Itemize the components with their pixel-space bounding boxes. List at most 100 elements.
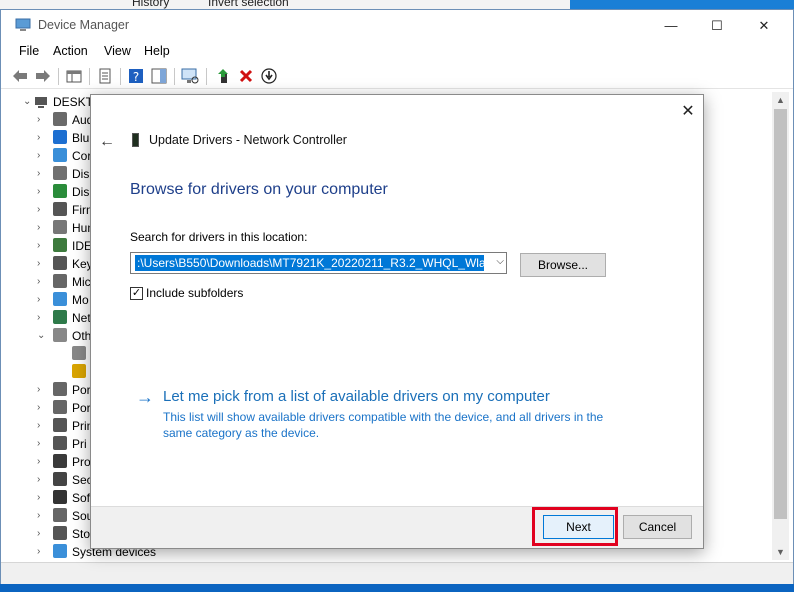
chevron-right-icon[interactable]: › [37, 510, 40, 521]
scan-hardware-icon[interactable] [181, 67, 199, 85]
menu-action[interactable]: Action [53, 44, 88, 58]
minimize-button[interactable]: — [648, 10, 694, 41]
chevron-right-icon[interactable]: › [37, 186, 40, 197]
close-button[interactable]: ✕ [741, 10, 787, 41]
title-bar: Device Manager — ☐ ✕ [1, 10, 793, 41]
update-driver-icon[interactable] [214, 67, 232, 85]
ribbon-invert-selection: Invert selection [208, 0, 289, 9]
show-hide-tree-icon[interactable] [65, 67, 83, 85]
security-icon [53, 472, 67, 486]
chevron-right-icon[interactable]: › [37, 474, 40, 485]
chevron-right-icon[interactable]: › [37, 384, 40, 395]
computer-icon [35, 97, 47, 108]
bluetooth-icon [53, 130, 67, 144]
chevron-right-icon[interactable]: › [37, 132, 40, 143]
dialog-close-button[interactable]: ✕ [677, 101, 699, 123]
driver-path-input[interactable]: :\Users\B550\Downloads\MT7921K_20220211_… [135, 255, 484, 271]
chevron-right-icon[interactable]: › [37, 114, 40, 125]
chevron-right-icon[interactable]: › [37, 456, 40, 467]
keyboard-icon [53, 256, 67, 270]
chevron-right-icon[interactable]: › [37, 276, 40, 287]
include-subfolders-label[interactable]: Include subfolders [146, 286, 243, 300]
chevron-right-icon[interactable]: › [37, 294, 40, 305]
scroll-up-icon[interactable]: ▲ [776, 95, 785, 105]
chevron-right-icon[interactable]: › [37, 492, 40, 503]
storage-icon [53, 526, 67, 540]
chevron-down-icon[interactable]: ⌵ [496, 256, 504, 267]
tree-item-label: Sto [72, 527, 91, 541]
chevron-right-icon[interactable]: › [37, 528, 40, 539]
disable-device-icon[interactable] [260, 67, 278, 85]
window-title: Device Manager [38, 18, 130, 32]
audio-icon [53, 112, 67, 126]
other-devices-icon [53, 328, 67, 342]
chevron-right-icon[interactable]: › [37, 438, 40, 449]
chevron-right-icon[interactable]: › [37, 240, 40, 251]
firmware-icon [53, 202, 67, 216]
search-location-label: Search for drivers in this location: [130, 230, 308, 244]
ide-icon [53, 238, 67, 252]
chevron-right-icon[interactable]: › [37, 204, 40, 215]
tree-item-label: IDE [72, 239, 93, 253]
status-bar [1, 562, 793, 584]
chevron-down-icon[interactable]: ⌄ [37, 330, 45, 341]
driver-path-combobox[interactable]: :\Users\B550\Downloads\MT7921K_20220211_… [130, 252, 507, 274]
include-subfolders-checkbox[interactable]: ✓ [130, 287, 143, 300]
port-icon [53, 400, 67, 414]
ribbon-history: History [132, 0, 170, 9]
chevron-down-icon[interactable]: ⌄ [23, 96, 31, 107]
cancel-button[interactable]: Cancel [623, 515, 692, 539]
maximize-button[interactable]: ☐ [694, 10, 740, 41]
next-button[interactable]: Next [543, 515, 614, 539]
port-icon [53, 382, 67, 396]
processor-icon [53, 454, 67, 468]
chevron-right-icon[interactable]: › [37, 312, 40, 323]
pick-driver-link[interactable]: Let me pick from a list of available dri… [163, 388, 550, 405]
chevron-right-icon[interactable]: › [37, 222, 40, 233]
action-pane-icon[interactable] [150, 67, 168, 85]
menu-bar: File Action View Help [1, 41, 793, 63]
tree-item-label: Mic [72, 275, 91, 289]
menu-view[interactable]: View [104, 44, 131, 58]
toolbar-separator [58, 68, 59, 85]
update-drivers-dialog: ✕ ← Update Drivers - Network Controller … [90, 94, 704, 549]
pick-driver-description: This list will show available drivers co… [163, 410, 604, 440]
toolbar-separator [120, 68, 121, 85]
sound-icon [53, 508, 67, 522]
tree-item-label: Sof [72, 491, 91, 505]
scroll-down-icon[interactable]: ▼ [776, 547, 785, 557]
scrollbar-thumb[interactable] [774, 109, 787, 519]
tree-item-label: Pri [72, 437, 87, 451]
chevron-right-icon[interactable]: › [37, 150, 40, 161]
dialog-heading: Browse for drivers on your computer [130, 181, 388, 198]
display-icon [53, 184, 67, 198]
chevron-right-icon[interactable]: › [37, 258, 40, 269]
forward-icon[interactable] [34, 67, 52, 85]
properties-icon[interactable] [96, 67, 114, 85]
toolbar: ? [1, 64, 793, 89]
dialog-back-button[interactable]: ← [99, 133, 115, 151]
chevron-right-icon[interactable]: › [37, 402, 40, 413]
menu-help[interactable]: Help [144, 44, 170, 58]
software-icon [53, 490, 67, 504]
chevron-right-icon[interactable]: › [37, 546, 40, 557]
device-manager-icon [15, 18, 31, 31]
chevron-right-icon[interactable]: › [37, 168, 40, 179]
dialog-title: Update Drivers - Network Controller [149, 133, 347, 147]
help-icon[interactable]: ? [127, 67, 145, 85]
system-icon [53, 544, 67, 558]
toolbar-separator [174, 68, 175, 85]
unknown-device-icon [72, 346, 86, 360]
vertical-scrollbar[interactable]: ▲ ▼ [772, 92, 789, 560]
disk-icon [53, 166, 67, 180]
chevron-right-icon[interactable]: › [37, 420, 40, 431]
tree-item-label: Pro [72, 455, 91, 469]
toolbar-separator [206, 68, 207, 85]
tree-item-label: Cor [72, 149, 92, 163]
browse-button[interactable]: Browse... [520, 253, 606, 277]
uninstall-icon[interactable] [237, 67, 255, 85]
menu-file[interactable]: File [19, 44, 39, 58]
mouse-icon [53, 274, 67, 288]
back-icon[interactable] [11, 67, 29, 85]
printer-icon [53, 418, 67, 432]
